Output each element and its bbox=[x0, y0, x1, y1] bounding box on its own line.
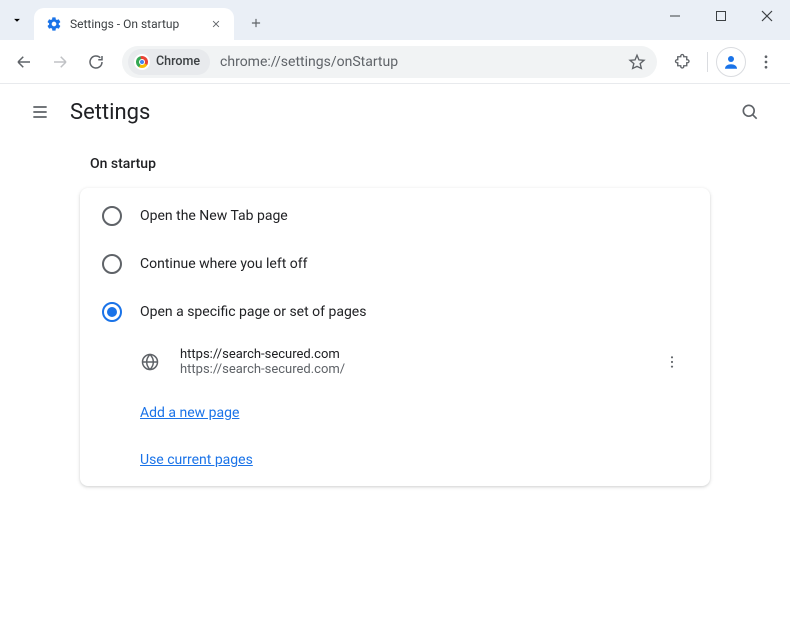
plus-icon bbox=[249, 16, 263, 30]
extensions-button[interactable] bbox=[667, 46, 699, 78]
settings-search-button[interactable] bbox=[730, 92, 770, 132]
site-info-chip[interactable]: Chrome bbox=[128, 49, 210, 75]
minimize-button[interactable] bbox=[652, 0, 698, 32]
radio-label: Open a specific page or set of pages bbox=[140, 304, 366, 320]
maximize-icon bbox=[715, 10, 727, 22]
close-icon bbox=[211, 19, 221, 29]
browser-toolbar: Chrome chrome://settings/onStartup bbox=[0, 40, 790, 84]
profile-button[interactable] bbox=[716, 47, 746, 77]
bookmark-button[interactable] bbox=[623, 48, 651, 76]
chevron-down-icon bbox=[10, 13, 24, 27]
star-icon bbox=[628, 53, 646, 71]
radio-continue[interactable]: Continue where you left off bbox=[80, 240, 710, 288]
reload-button[interactable] bbox=[80, 46, 112, 78]
window-titlebar: Settings - On startup bbox=[0, 0, 790, 40]
radio-new-tab-page[interactable]: Open the New Tab page bbox=[80, 192, 710, 240]
radio-label: Open the New Tab page bbox=[140, 208, 288, 224]
new-tab-button[interactable] bbox=[242, 9, 270, 37]
radio-button-selected-icon bbox=[102, 302, 122, 322]
globe-icon bbox=[140, 352, 160, 372]
radio-specific-pages[interactable]: Open a specific page or set of pages bbox=[80, 288, 710, 336]
site-chip-label: Chrome bbox=[156, 54, 200, 69]
radio-button-icon bbox=[102, 206, 122, 226]
settings-gear-icon bbox=[46, 16, 62, 32]
add-new-page-row: Add a new page bbox=[80, 388, 710, 435]
window-controls bbox=[652, 0, 790, 40]
startup-page-name: https://search-secured.com bbox=[180, 347, 656, 362]
extension-icon bbox=[674, 53, 692, 71]
add-new-page-link[interactable]: Add a new page bbox=[140, 405, 239, 421]
toolbar-divider bbox=[707, 52, 708, 72]
search-icon bbox=[740, 102, 760, 122]
arrow-right-icon bbox=[51, 53, 69, 71]
url-text: chrome://settings/onStartup bbox=[220, 54, 623, 70]
page-title: Settings bbox=[70, 100, 150, 125]
page-entry-more-button[interactable] bbox=[656, 346, 688, 378]
startup-card: Open the New Tab page Continue where you… bbox=[80, 188, 710, 486]
profile-icon bbox=[722, 53, 740, 71]
more-vert-icon bbox=[664, 354, 680, 370]
maximize-button[interactable] bbox=[698, 0, 744, 32]
radio-label: Continue where you left off bbox=[140, 256, 308, 272]
reload-icon bbox=[87, 53, 105, 71]
arrow-left-icon bbox=[15, 53, 33, 71]
section-title: On startup bbox=[90, 156, 710, 172]
browser-tab[interactable]: Settings - On startup bbox=[34, 8, 234, 40]
use-current-pages-link[interactable]: Use current pages bbox=[140, 452, 253, 468]
settings-content: On startup Open the New Tab page Continu… bbox=[0, 140, 790, 526]
startup-page-url: https://search-secured.com/ bbox=[180, 362, 656, 377]
tab-search-dropdown[interactable] bbox=[0, 0, 34, 40]
settings-menu-button[interactable] bbox=[20, 92, 60, 132]
tab-close-button[interactable] bbox=[208, 16, 224, 32]
chrome-icon bbox=[134, 54, 150, 70]
more-vert-icon bbox=[757, 53, 775, 71]
radio-button-icon bbox=[102, 254, 122, 274]
forward-button[interactable] bbox=[44, 46, 76, 78]
tab-title: Settings - On startup bbox=[70, 17, 204, 31]
use-current-pages-row: Use current pages bbox=[80, 435, 710, 482]
hamburger-icon bbox=[30, 102, 50, 122]
minimize-icon bbox=[669, 10, 681, 22]
window-close-button[interactable] bbox=[744, 0, 790, 32]
close-icon bbox=[761, 10, 773, 22]
back-button[interactable] bbox=[8, 46, 40, 78]
address-bar[interactable]: Chrome chrome://settings/onStartup bbox=[122, 46, 657, 78]
startup-page-entry: https://search-secured.com https://searc… bbox=[80, 336, 710, 388]
browser-menu-button[interactable] bbox=[750, 46, 782, 78]
settings-header: Settings bbox=[0, 84, 790, 140]
